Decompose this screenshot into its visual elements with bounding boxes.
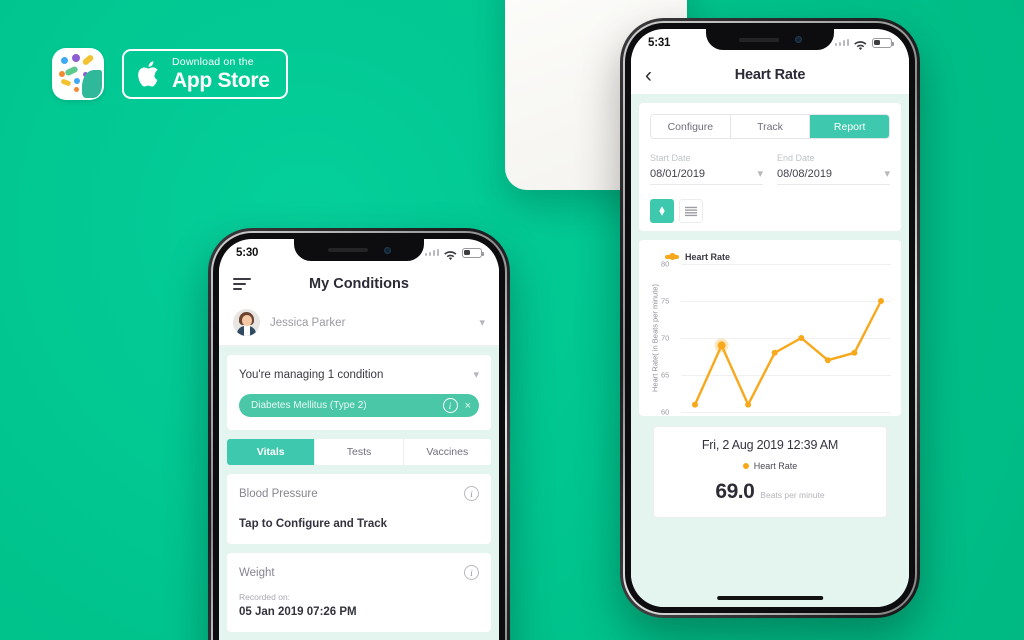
legend-label: Heart Rate bbox=[685, 252, 731, 262]
my-conditions-screen: 5:30 My Conditions Jessica Parker ▾ You'… bbox=[219, 239, 499, 640]
condition-chip[interactable]: Diabetes Mellitus (Type 2) i × bbox=[239, 394, 479, 417]
tab-report[interactable]: Report bbox=[810, 115, 889, 138]
end-date-value: 08/08/2019 bbox=[777, 167, 833, 180]
report-controls-card: Configure Track Report Start Date 08/01/… bbox=[639, 103, 901, 231]
tab-vaccines[interactable]: Vaccines bbox=[403, 439, 491, 465]
chevron-down-icon[interactable]: ▾ bbox=[473, 368, 479, 381]
status-bar-left: 5:30 bbox=[219, 239, 499, 266]
battery-icon bbox=[872, 37, 894, 48]
y-axis-tick-label: 65 bbox=[661, 370, 670, 380]
status-bar-right: 5:31 bbox=[631, 29, 909, 56]
y-axis-title: Heart Rate( in Beats per minute) bbox=[650, 284, 660, 392]
wifi-icon bbox=[444, 248, 457, 260]
series-dot-icon bbox=[742, 463, 749, 469]
chart-data-point[interactable] bbox=[851, 349, 858, 356]
vital-card-weight[interactable]: Weight i Recorded on: 05 Jan 2019 07:26 … bbox=[227, 553, 491, 632]
signal-icon bbox=[834, 38, 849, 47]
list-view-icon[interactable] bbox=[679, 199, 703, 223]
start-date-label: Start Date bbox=[650, 153, 691, 163]
tab-track[interactable]: Track bbox=[731, 115, 811, 138]
chart-view-icon[interactable] bbox=[650, 199, 674, 223]
detail-unit: Beats per minute bbox=[760, 490, 825, 500]
status-time: 5:31 bbox=[648, 36, 671, 49]
user-selector[interactable]: Jessica Parker ▾ bbox=[219, 302, 499, 346]
conditions-summary: You're managing 1 condition bbox=[239, 368, 384, 381]
vital-name: Weight bbox=[239, 566, 275, 579]
chart-plot-area: Heart Rate( in Beats per minute) 60 65 70 7… bbox=[649, 260, 891, 417]
chart-series-heart-rate bbox=[692, 298, 884, 408]
detail-date: Fri, 2 Aug 2019 12:39 AM bbox=[701, 438, 839, 452]
detail-value: 69.0 bbox=[715, 480, 755, 503]
store-badge-big-text: App Store bbox=[172, 69, 270, 93]
vital-action-text: Tap to Configure and Track bbox=[239, 518, 388, 530]
heart-rate-screen: 5:31 ‹ Heart Rate Configure Track Report… bbox=[631, 29, 909, 607]
wifi-icon bbox=[854, 38, 867, 50]
heart-rate-chart-card: Heart Rate Heart Rate( in Beats per minu… bbox=[639, 240, 901, 417]
user-name: Jessica Parker bbox=[270, 316, 346, 329]
health-app-icon[interactable] bbox=[52, 48, 104, 100]
recorded-label: Recorded on: bbox=[239, 592, 291, 602]
info-icon[interactable]: i bbox=[464, 565, 479, 580]
promo-badges: Download on the App Store bbox=[52, 48, 288, 100]
chevron-down-icon[interactable]: ▾ bbox=[884, 167, 890, 180]
date-range: Start Date 08/01/2019 ▾ End Date 08/08/2… bbox=[650, 153, 890, 185]
conditions-card: You're managing 1 condition ▾ Diabetes M… bbox=[227, 355, 491, 430]
start-date-value: 08/01/2019 bbox=[650, 167, 706, 180]
info-icon[interactable]: i bbox=[442, 398, 458, 413]
chevron-down-icon[interactable]: ▾ bbox=[479, 316, 485, 329]
view-toggle-group bbox=[650, 199, 890, 223]
chart-data-point[interactable] bbox=[824, 357, 831, 364]
chart-legend: Heart Rate bbox=[665, 252, 891, 262]
grid-line bbox=[681, 412, 891, 413]
tab-vitals[interactable]: Vitals bbox=[227, 439, 316, 465]
home-indicator bbox=[717, 596, 823, 600]
y-axis-tick-label: 75 bbox=[661, 296, 670, 306]
my-conditions-navbar: My Conditions bbox=[219, 266, 499, 302]
tab-configure[interactable]: Configure bbox=[651, 115, 731, 138]
info-icon[interactable]: i bbox=[464, 486, 479, 501]
chevron-down-icon[interactable]: ▾ bbox=[757, 167, 763, 180]
line-chart[interactable] bbox=[681, 264, 891, 413]
store-badge-small-text: Download on the bbox=[172, 55, 254, 68]
heart-rate-navbar: ‹ Heart Rate bbox=[631, 56, 909, 94]
app-store-badge[interactable]: Download on the App Store bbox=[122, 49, 288, 99]
user-avatar bbox=[233, 309, 260, 336]
chart-data-point[interactable] bbox=[745, 401, 752, 408]
phone-heart-rate: 5:31 ‹ Heart Rate Configure Track Report… bbox=[620, 18, 920, 618]
y-axis-ticks: 60 65 70 75 80 bbox=[661, 260, 681, 417]
recorded-date: 05 Jan 2019 07:26 PM bbox=[239, 606, 357, 618]
close-icon[interactable]: × bbox=[465, 400, 471, 412]
y-axis-tick-label: 80 bbox=[661, 259, 670, 269]
page-title: Heart Rate bbox=[734, 67, 806, 83]
y-axis-tick-label: 70 bbox=[661, 333, 670, 343]
start-date-field[interactable]: Start Date 08/01/2019 ▾ bbox=[650, 153, 763, 185]
tab-tests[interactable]: Tests bbox=[315, 439, 404, 465]
y-axis-tick-label: 60 bbox=[661, 407, 670, 417]
segmented-control: Configure Track Report bbox=[650, 114, 890, 139]
legend-marker-icon bbox=[665, 253, 679, 260]
apple-icon bbox=[138, 59, 163, 89]
chart-data-point[interactable] bbox=[798, 335, 805, 341]
my-conditions-body: You're managing 1 condition ▾ Diabetes M… bbox=[219, 346, 499, 640]
vital-name: Blood Pressure bbox=[239, 487, 318, 500]
vitals-tests-vaccines-tabs: Vitals Tests Vaccines bbox=[227, 439, 491, 465]
condition-chip-label: Diabetes Mellitus (Type 2) bbox=[251, 400, 367, 411]
end-date-field[interactable]: End Date 08/08/2019 ▾ bbox=[777, 153, 890, 185]
chart-data-point[interactable] bbox=[771, 349, 778, 356]
detail-series-name: Heart Rate bbox=[753, 461, 798, 471]
chart-data-point[interactable] bbox=[717, 341, 726, 350]
page-title: My Conditions bbox=[309, 276, 409, 292]
status-time: 5:30 bbox=[236, 246, 259, 259]
phone-my-conditions: 5:30 My Conditions Jessica Parker ▾ You'… bbox=[208, 228, 510, 640]
vital-card-blood-pressure[interactable]: Blood Pressure i Tap to Configure and Tr… bbox=[227, 474, 491, 544]
end-date-label: End Date bbox=[777, 153, 815, 163]
chart-data-point[interactable] bbox=[692, 401, 698, 408]
chart-data-point[interactable] bbox=[878, 298, 884, 304]
battery-icon bbox=[462, 247, 484, 258]
signal-icon bbox=[424, 248, 439, 257]
heart-rate-body: Configure Track Report Start Date 08/01/… bbox=[631, 94, 909, 607]
datapoint-detail-card: Fri, 2 Aug 2019 12:39 AM Heart Rate 69.0… bbox=[653, 426, 887, 518]
